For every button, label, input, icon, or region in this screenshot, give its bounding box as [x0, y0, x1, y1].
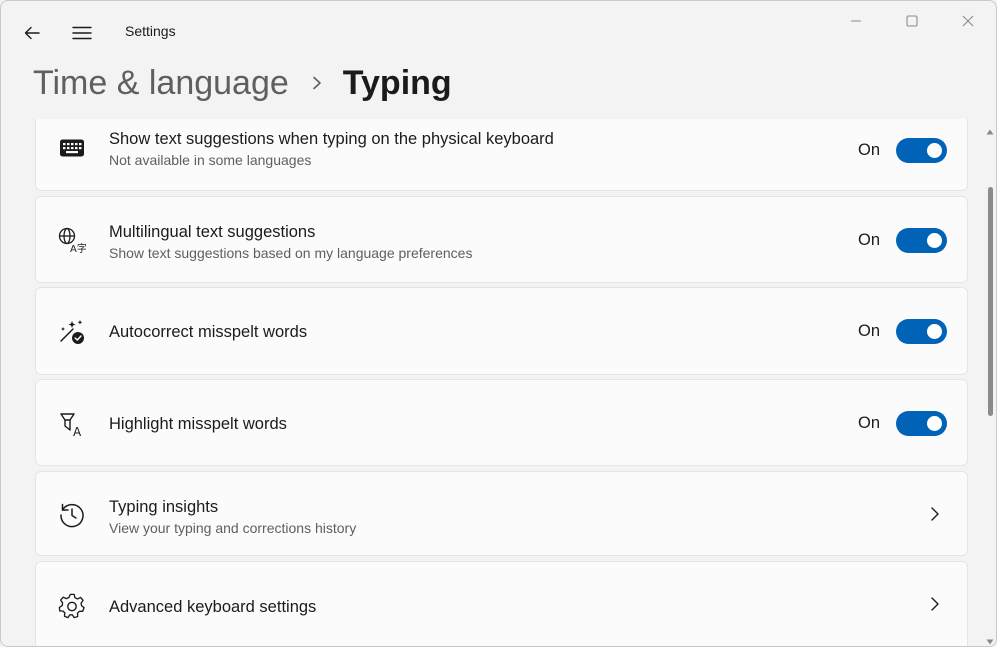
back-button[interactable] — [14, 15, 50, 51]
toggle-knob — [927, 324, 942, 339]
toggle-knob — [927, 416, 942, 431]
setting-autocorrect[interactable]: Autocorrect misspelt words On — [35, 287, 968, 375]
setting-subtitle: View your typing and corrections history — [109, 520, 357, 536]
breadcrumb: Time & language Typing — [33, 61, 452, 105]
multilingual-toggle[interactable] — [896, 228, 947, 253]
autocorrect-icon — [58, 318, 86, 346]
setting-title: Show text suggestions when typing on the… — [109, 130, 554, 148]
navigation-menu-button[interactable] — [64, 15, 100, 51]
keyboard-icon — [58, 134, 86, 162]
language-icon: A字 — [58, 226, 86, 254]
toggle-knob — [927, 233, 942, 248]
chevron-right-icon — [927, 506, 943, 522]
app-title: Settings — [125, 23, 176, 39]
chevron-right-icon — [927, 596, 943, 612]
scrollbar-thumb[interactable] — [988, 187, 993, 416]
scroll-down-arrow-icon[interactable] — [986, 633, 994, 646]
setting-text-suggestions[interactable]: Show text suggestions when typing on the… — [35, 119, 968, 191]
svg-text:A: A — [73, 425, 82, 438]
maximize-icon — [906, 15, 918, 27]
svg-text:A字: A字 — [70, 242, 86, 254]
text-suggestions-toggle[interactable] — [896, 138, 947, 163]
setting-subtitle: Not available in some languages — [109, 152, 312, 168]
close-button[interactable] — [940, 1, 996, 41]
toggle-state-label: On — [857, 231, 880, 249]
setting-typing-insights[interactable]: Typing insights View your typing and cor… — [35, 471, 968, 556]
toggle-state-label: On — [857, 414, 880, 432]
title-bar: Settings — [1, 1, 996, 63]
minimize-button[interactable] — [828, 1, 884, 41]
breadcrumb-parent-link[interactable]: Time & language — [33, 61, 289, 105]
setting-title: Autocorrect misspelt words — [109, 323, 308, 341]
chevron-right-icon — [311, 75, 323, 91]
back-arrow-icon — [24, 26, 40, 40]
maximize-button[interactable] — [884, 1, 940, 41]
setting-title: Highlight misspelt words — [109, 415, 287, 433]
hamburger-icon — [72, 26, 92, 40]
setting-advanced-keyboard[interactable]: Advanced keyboard settings — [35, 561, 968, 646]
setting-subtitle: Show text suggestions based on my langua… — [109, 245, 473, 261]
setting-title: Typing insights — [109, 498, 219, 516]
toggle-state-label: On — [857, 141, 880, 159]
setting-title: Advanced keyboard settings — [109, 598, 317, 616]
setting-highlight-misspelt[interactable]: A Highlight misspelt words On — [35, 379, 968, 466]
toggle-knob — [927, 143, 942, 158]
settings-window: Settings Time & language Typing Show tex… — [0, 0, 997, 647]
autocorrect-toggle[interactable] — [896, 319, 947, 344]
page-title: Typing — [342, 64, 452, 102]
gear-icon — [58, 592, 86, 620]
close-icon — [962, 15, 974, 27]
minimize-icon — [851, 20, 861, 22]
vertical-scrollbar[interactable] — [983, 119, 996, 646]
scroll-up-arrow-icon[interactable] — [986, 123, 994, 141]
setting-title: Multilingual text suggestions — [109, 223, 316, 241]
setting-multilingual-suggestions[interactable]: A字 Multilingual text suggestions Show te… — [35, 196, 968, 283]
highlight-spelling-icon: A — [58, 410, 86, 438]
history-icon — [58, 501, 86, 529]
settings-list: Show text suggestions when typing on the… — [1, 119, 981, 646]
toggle-state-label: On — [857, 322, 880, 340]
highlight-misspelt-toggle[interactable] — [896, 411, 947, 436]
